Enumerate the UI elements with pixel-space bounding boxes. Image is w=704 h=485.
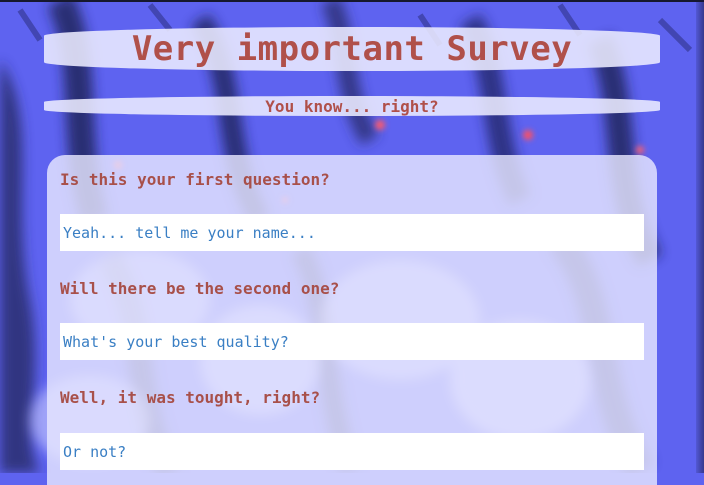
question-3-label: Well, it was tought, right?: [60, 388, 321, 407]
survey-form: Is this your first question? Will there …: [47, 155, 657, 485]
page-title: Very important Survey: [131, 29, 573, 69]
window-top-edge: [0, 0, 704, 2]
subtitle-banner: You know... right?: [44, 96, 660, 116]
question-3-input[interactable]: [60, 433, 644, 470]
title-banner: Very important Survey: [44, 27, 660, 71]
question-2-input[interactable]: [60, 323, 644, 360]
question-2-label: Will there be the second one?: [60, 279, 340, 298]
question-1-label: Is this your first question?: [60, 170, 330, 189]
page-subtitle: You know... right?: [265, 96, 439, 116]
question-1-input[interactable]: [60, 214, 644, 251]
window-right-edge: [696, 0, 704, 473]
